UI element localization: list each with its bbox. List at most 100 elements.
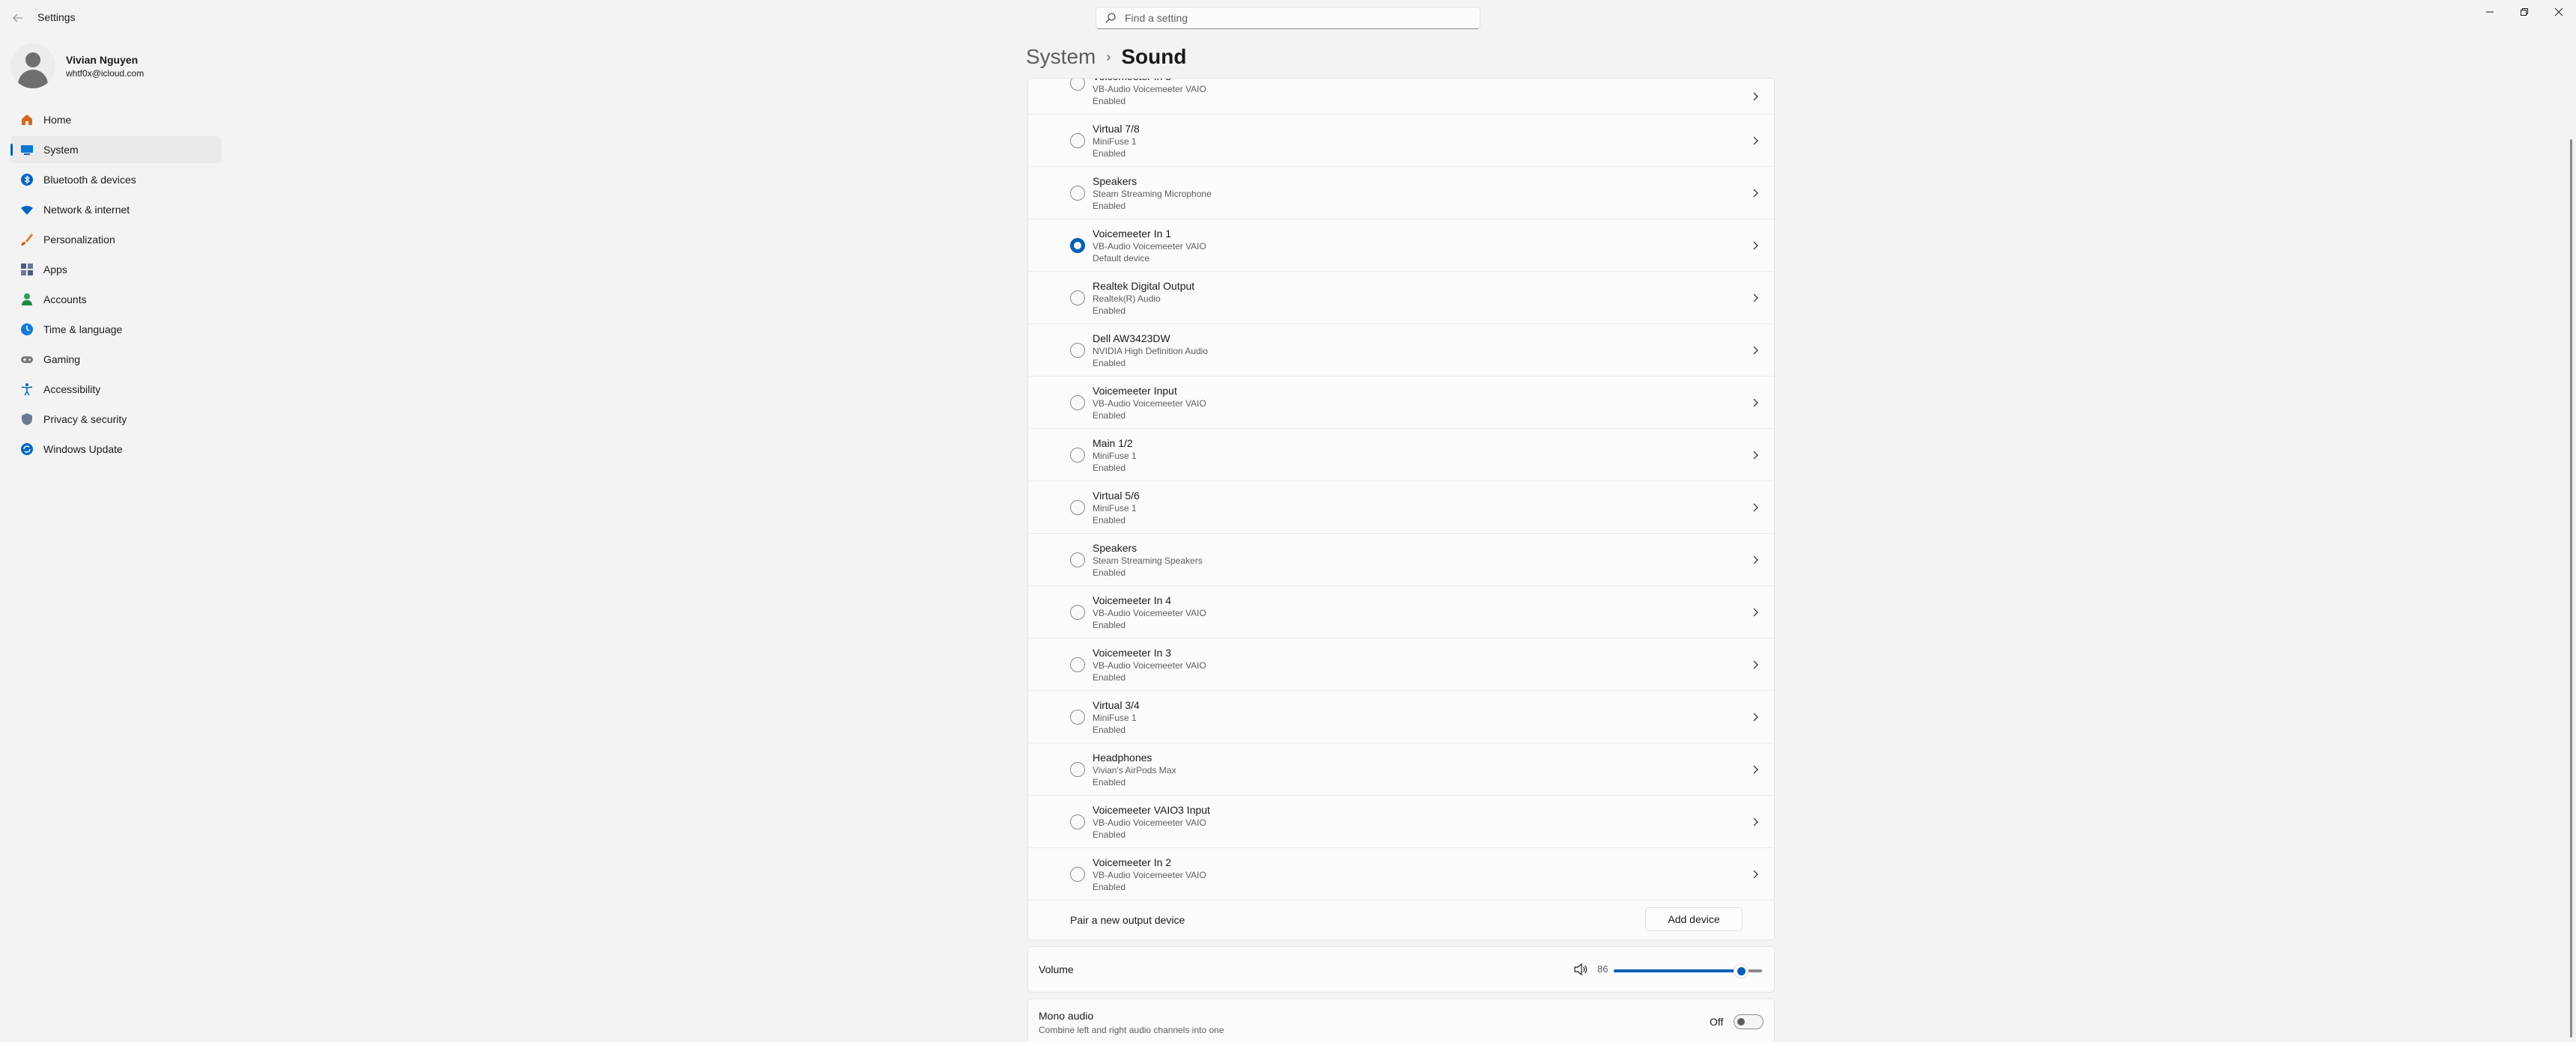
device-radio[interactable] <box>1070 499 1085 515</box>
device-status: Default device <box>1093 252 1150 263</box>
chevron-right-icon <box>1753 817 1758 826</box>
sidebar-item-bluetooth-devices[interactable]: Bluetooth & devices <box>10 166 222 193</box>
output-device-row[interactable]: Main 1/2 MiniFuse 1 Enabled <box>1028 429 1774 481</box>
title-bar: Settings <box>0 0 2576 36</box>
output-device-row[interactable]: Voicemeeter In 2 VB-Audio Voicemeeter VAI… <box>1028 848 1774 901</box>
output-device-list: Voicemeeter In 5VB-Audio Voicemeeter VAI… <box>1027 78 1775 901</box>
update-icon <box>19 442 34 457</box>
back-arrow-icon <box>13 13 22 22</box>
output-device-row[interactable]: Headphones Vivian's AirPods Max Enabled <box>1028 743 1774 796</box>
output-device-row[interactable]: Dell AW3423DW NVIDIA High Definition Audi… <box>1028 324 1774 377</box>
chevron-right-icon <box>1753 451 1758 459</box>
output-device-row[interactable]: Voicemeeter In 1 VB-Audio Voicemeeter VAI… <box>1028 219 1774 272</box>
home-icon <box>19 112 34 127</box>
search-icon <box>1105 13 1116 23</box>
device-radio[interactable] <box>1070 814 1085 829</box>
breadcrumb-parent[interactable]: System <box>1026 45 1096 69</box>
device-driver: NVIDIA High Definition Audio <box>1093 345 1209 356</box>
device-name: Voicemeeter In 1 <box>1093 227 1172 240</box>
output-device-row[interactable]: Speakers Steam Streaming Speakers Enabled <box>1028 534 1774 586</box>
device-status: Enabled <box>1093 147 1126 159</box>
output-device-row[interactable]: Speakers Steam Streaming Microphone Enable… <box>1028 167 1774 219</box>
search-input[interactable] <box>1125 12 1454 24</box>
sidebar-item-time-language[interactable]: Time & language <box>10 316 222 343</box>
sidebar-item-system[interactable]: System <box>10 136 222 163</box>
device-radio[interactable] <box>1070 79 1085 91</box>
user-profile[interactable]: Vivian Nguyen whtf0x@icloud.com <box>10 43 144 88</box>
device-radio[interactable] <box>1070 709 1085 725</box>
close-button[interactable] <box>2542 0 2576 24</box>
device-info: Voicemeeter In 5VB-Audio Voicemeeter VAI… <box>1093 79 1206 107</box>
device-driver: MiniFuse 1 <box>1093 502 1137 514</box>
device-radio[interactable] <box>1070 552 1085 567</box>
device-radio[interactable] <box>1070 604 1085 620</box>
output-device-row[interactable]: Voicemeeter In 3 VB-Audio Voicemeeter VAI… <box>1028 639 1774 691</box>
page-title: Sound <box>1121 45 1187 68</box>
device-radio[interactable] <box>1070 132 1085 148</box>
device-name: Main 1/2 <box>1093 436 1133 449</box>
device-info: Voicemeeter VAIO3 Input VB-Audio Voicemee… <box>1093 803 1210 841</box>
output-device-row[interactable]: Voicemeeter In 4 VB-Audio Voicemeeter VAI… <box>1028 586 1774 639</box>
device-radio[interactable] <box>1070 185 1085 201</box>
output-device-row[interactable]: Virtual 3/4 MiniFuse 1 Enabled <box>1028 691 1774 743</box>
device-status: Enabled <box>1093 671 1126 683</box>
minimize-button[interactable] <box>2473 0 2507 24</box>
sidebar-item-label: Network & internet <box>43 204 130 216</box>
sidebar-item-accessibility[interactable]: Accessibility <box>10 376 222 403</box>
device-radio[interactable] <box>1070 761 1085 777</box>
sidebar-item-label: Accessibility <box>43 383 101 395</box>
device-driver: Realtek(R) Audio <box>1093 293 1161 304</box>
device-name: Virtual 5/6 <box>1093 489 1140 502</box>
mono-audio-toggle[interactable] <box>1734 1014 1764 1029</box>
output-device-row[interactable]: Voicemeeter VAIO3 Input VB-Audio Voicemee… <box>1028 796 1774 848</box>
sidebar-item-label: Windows Update <box>43 443 123 455</box>
device-name: Voicemeeter In 3 <box>1093 646 1172 659</box>
device-driver: Steam Streaming Speakers <box>1093 555 1203 566</box>
volume-slider[interactable] <box>1614 963 1762 978</box>
device-driver: Vivian's AirPods Max <box>1093 764 1176 776</box>
device-radio[interactable] <box>1070 290 1085 305</box>
add-device-button[interactable]: Add device <box>1645 907 1743 931</box>
output-device-row[interactable]: Voicemeeter Input VB-Audio Voicemeeter VA… <box>1028 377 1774 429</box>
device-driver: VB-Audio Voicemeeter VAIO <box>1093 397 1206 409</box>
device-radio[interactable] <box>1070 342 1085 358</box>
output-device-row[interactable]: Realtek Digital Output Realtek(R) Audio En… <box>1028 272 1774 324</box>
sidebar-item-apps[interactable]: Apps <box>10 256 222 283</box>
chevron-right-icon <box>1753 608 1758 616</box>
output-device-row[interactable]: Virtual 7/8 MiniFuse 1 Enabled <box>1028 115 1774 167</box>
chevron-right-icon <box>1753 136 1758 144</box>
device-info: Speakers Steam Streaming Speakers Enabled <box>1093 541 1203 579</box>
chevron-right-icon <box>1753 503 1758 511</box>
device-radio[interactable] <box>1070 866 1085 882</box>
sidebar-item-windows-update[interactable]: Windows Update <box>10 436 222 463</box>
device-info: Virtual 5/6 MiniFuse 1 Enabled <box>1093 489 1140 526</box>
sidebar-item-gaming[interactable]: Gaming <box>10 346 222 373</box>
sidebar-item-network[interactable]: Network & internet <box>10 196 222 223</box>
chevron-right-icon <box>1753 241 1758 249</box>
accessibility-icon <box>19 382 34 397</box>
speaker-icon[interactable] <box>1573 962 1588 977</box>
chevron-right-icon <box>1753 293 1758 302</box>
restore-button[interactable] <box>2507 0 2542 24</box>
device-radio[interactable] <box>1070 656 1085 672</box>
volume-slider-thumb[interactable] <box>1734 963 1749 978</box>
output-device-row[interactable]: Virtual 5/6 MiniFuse 1 Enabled <box>1028 481 1774 534</box>
device-radio[interactable] <box>1070 394 1085 410</box>
sidebar-item-personalization[interactable]: Personalization <box>10 226 222 253</box>
profile-email: whtf0x@icloud.com <box>66 67 145 79</box>
sidebar-item-accounts[interactable]: Accounts <box>10 286 222 313</box>
page-scrollbar[interactable] <box>2570 139 2572 1038</box>
mono-audio-card: Mono audio Combine left and right audio … <box>1027 999 1775 1042</box>
output-device-row[interactable]: Voicemeeter In 5VB-Audio Voicemeeter VAI… <box>1028 79 1774 115</box>
device-info: Realtek Digital Output Realtek(R) Audio En… <box>1093 279 1194 317</box>
device-radio[interactable] <box>1070 447 1085 463</box>
sidebar-item-privacy-security[interactable]: Privacy & security <box>10 406 222 433</box>
back-button[interactable] <box>7 7 28 28</box>
sidebar-item-home[interactable]: Home <box>10 106 222 133</box>
system-icon <box>19 142 34 157</box>
device-radio[interactable] <box>1070 237 1085 253</box>
chevron-right-icon <box>1753 398 1758 406</box>
chevron-right-icon <box>1753 346 1758 354</box>
volume-card: Volume 86 <box>1027 946 1775 993</box>
search-box[interactable] <box>1096 7 1480 29</box>
